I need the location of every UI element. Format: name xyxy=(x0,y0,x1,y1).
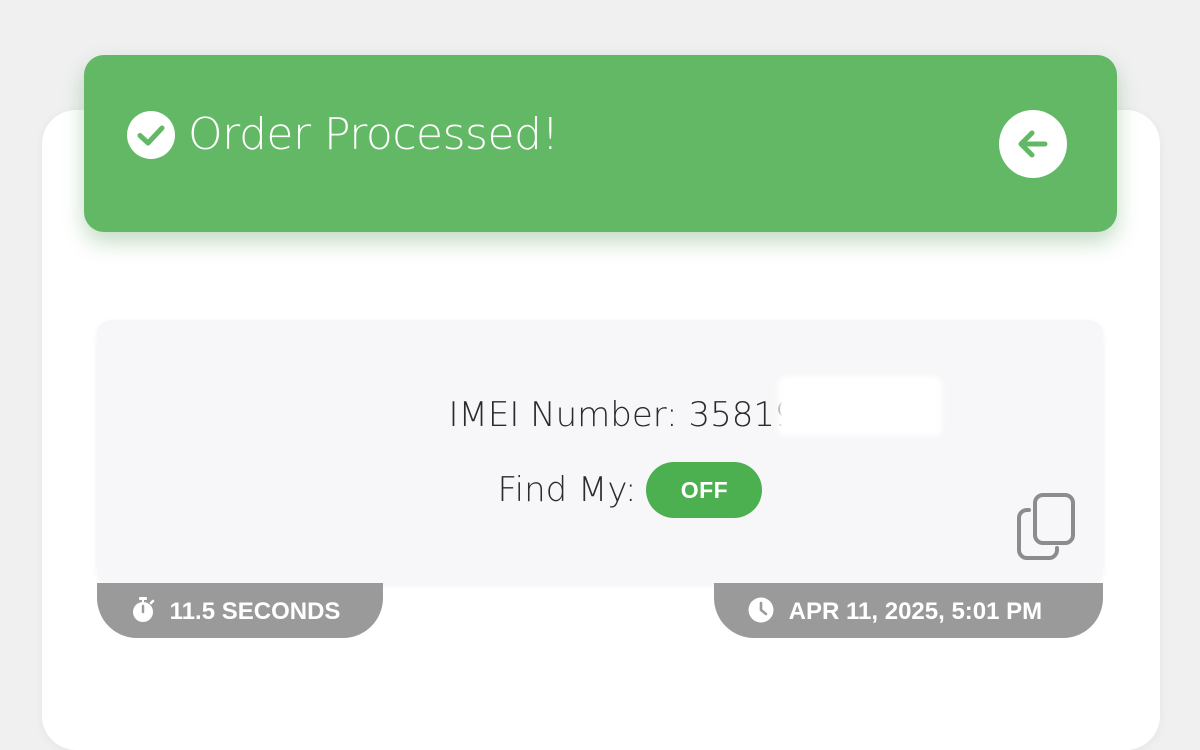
timestamp-pill: APR 11, 2025, 5:01 PM xyxy=(714,583,1103,638)
processing-duration-pill: 11.5 SECONDS xyxy=(97,583,383,638)
clock-icon xyxy=(748,597,774,623)
check-circle-icon xyxy=(127,111,175,159)
page-title: Order Processed! xyxy=(188,109,559,160)
find-my-status-badge: OFF xyxy=(646,461,763,518)
stopwatch-icon xyxy=(133,596,155,622)
order-details-panel: IMEI Number: 35819754 Find My: OFF xyxy=(97,320,1103,583)
arrow-left-icon xyxy=(1018,130,1048,158)
back-button[interactable] xyxy=(999,110,1067,178)
find-my-row: Find My: OFF xyxy=(97,460,1103,518)
redacted-area xyxy=(782,380,938,432)
copy-icon[interactable] xyxy=(1015,492,1079,562)
timestamp-text: APR 11, 2025, 5:01 PM xyxy=(788,598,1043,626)
find-my-label: Find My: xyxy=(497,469,637,510)
duration-text: 11.5 SECONDS xyxy=(169,598,341,626)
imei-row: IMEI Number: 35819754 xyxy=(97,390,1103,440)
imei-label: IMEI Number: xyxy=(448,395,678,435)
